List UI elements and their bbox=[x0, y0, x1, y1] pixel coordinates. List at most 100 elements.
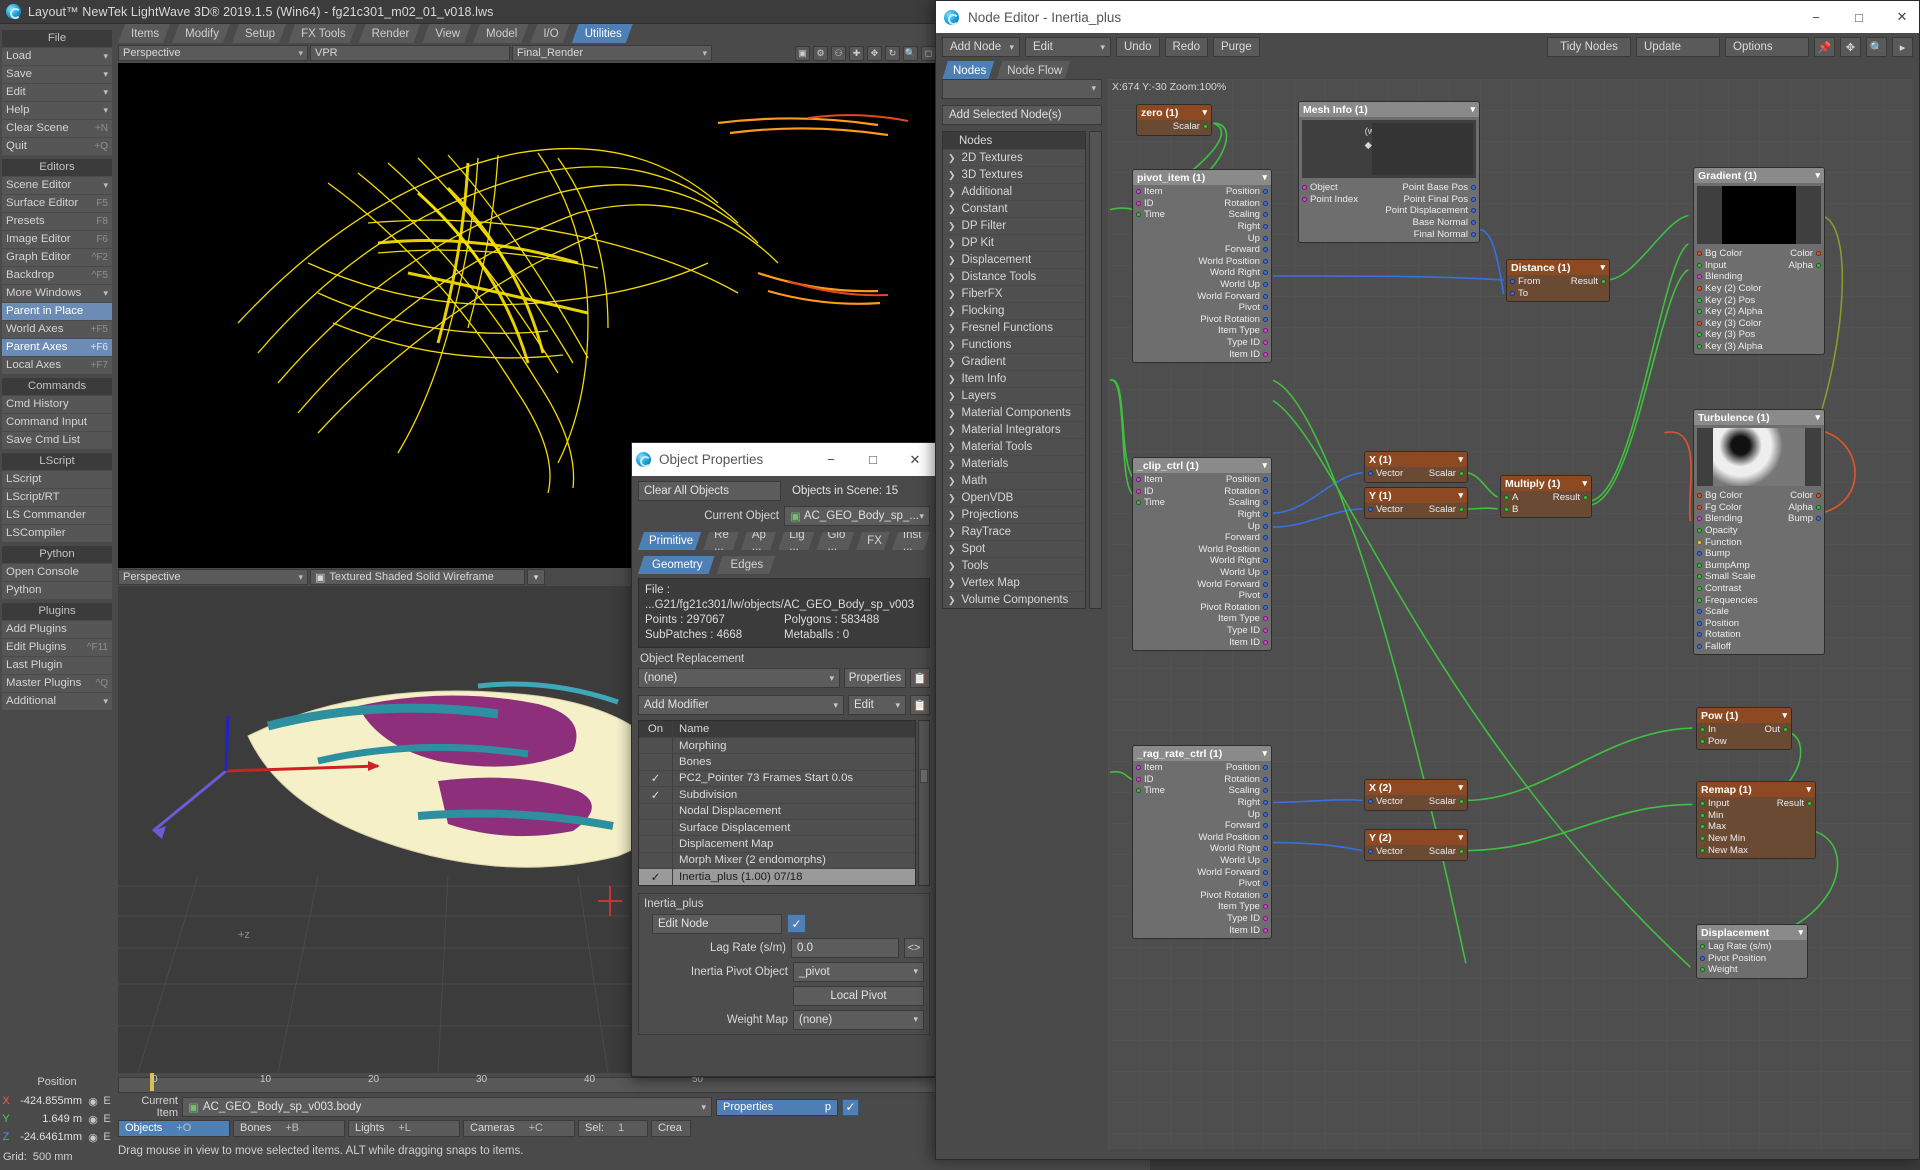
port-dot-input[interactable] bbox=[1697, 597, 1702, 603]
maximize-icon[interactable]: □ bbox=[1842, 2, 1876, 33]
position-row-y[interactable]: Y 1.649 m ◉ E bbox=[0, 1110, 114, 1128]
weight-map-select[interactable]: (none) ▾ bbox=[793, 1009, 924, 1030]
clipboard-icon[interactable]: 📋 bbox=[910, 668, 930, 688]
sidebar-item-save[interactable]: Save ▾ bbox=[2, 66, 112, 83]
sidebar-item-world-axes[interactable]: World Axes +F5 bbox=[2, 321, 112, 338]
modifier-enabled-checkbox[interactable] bbox=[639, 819, 673, 836]
node-category-dp-filter[interactable]: ❯ DP Filter bbox=[943, 217, 1085, 234]
port-dot-output[interactable] bbox=[1263, 293, 1268, 299]
port-dot-output[interactable] bbox=[1263, 340, 1268, 346]
position-row-x[interactable]: X -424.855mm ◉ E bbox=[0, 1092, 114, 1110]
maximize-icon[interactable]: □ bbox=[856, 444, 890, 475]
mode-button-lights[interactable]: Lights +L bbox=[348, 1119, 460, 1137]
gear-icon[interactable]: ⚙ bbox=[813, 45, 828, 61]
node-editor-window[interactable]: Node Editor - Inertia_plus − □ ✕ Add Nod… bbox=[935, 0, 1920, 1160]
axis-value-y[interactable]: 1.649 m bbox=[12, 1113, 86, 1125]
chevron-down-icon[interactable]: ▾ bbox=[1202, 107, 1207, 118]
chevron-down-icon[interactable]: ▾ bbox=[1806, 784, 1811, 795]
sidebar-item-help[interactable]: Help ▾ bbox=[2, 102, 112, 119]
node-header[interactable]: Displacement ▾ bbox=[1697, 925, 1807, 940]
node-category-displacement[interactable]: ❯ Displacement bbox=[943, 251, 1085, 268]
objprops-tab-primitive[interactable]: Primitive bbox=[638, 532, 701, 550]
modifier-enabled-checkbox[interactable] bbox=[639, 852, 673, 869]
minimize-icon[interactable]: − bbox=[814, 444, 848, 475]
port-dot-output[interactable] bbox=[1263, 916, 1268, 922]
node-header[interactable]: Remap (1) ▾ bbox=[1697, 782, 1815, 797]
node-editor-toolbar[interactable]: Add Node ▾ Edit ▾ Undo Redo Purge Tidy N… bbox=[936, 33, 1919, 61]
modifier-enabled-checkbox[interactable] bbox=[639, 803, 673, 819]
port-dot-output[interactable] bbox=[1263, 776, 1268, 782]
move-icon[interactable]: ✥ bbox=[1840, 37, 1861, 57]
chevron-down-icon[interactable]: ▾ bbox=[1582, 478, 1587, 489]
sidebar-item-presets[interactable]: Presets F8 bbox=[2, 213, 112, 230]
node-header[interactable]: Y (2) ▾ bbox=[1365, 830, 1467, 845]
layout-tab-i-o[interactable]: I/O bbox=[530, 24, 569, 43]
port-dot-output[interactable] bbox=[1263, 628, 1268, 634]
node-category-volume-components[interactable]: ❯ Volume Components bbox=[943, 591, 1085, 608]
camera-icon[interactable]: ▣ bbox=[795, 45, 810, 61]
objprops-tab-lig-[interactable]: Lig ... bbox=[778, 532, 814, 550]
sidebar-item-lscript-rt[interactable]: LScript/RT bbox=[2, 489, 112, 506]
modifier-row[interactable]: ✓ Inertia_plus (1.00) 07/18 bbox=[639, 868, 915, 885]
sidebar-item-add-plugins[interactable]: Add Plugins bbox=[2, 621, 112, 638]
layout-tab-fx-tools[interactable]: FX Tools bbox=[288, 24, 357, 43]
node-category-gradient[interactable]: ❯ Gradient bbox=[943, 353, 1085, 370]
node-header[interactable]: Distance (1) ▾ bbox=[1507, 260, 1609, 275]
node-category-materials[interactable]: ❯ Materials bbox=[943, 455, 1085, 472]
port-dot-output[interactable] bbox=[1263, 927, 1268, 933]
port-dot-output[interactable] bbox=[1263, 488, 1268, 494]
node-category-2d-textures[interactable]: ❯ 2D Textures bbox=[943, 149, 1085, 166]
node-header[interactable]: Pow (1) ▾ bbox=[1697, 708, 1791, 723]
modifier-row[interactable]: Surface Displacement bbox=[639, 818, 915, 836]
node-category-list[interactable]: Nodes ❯ 2D Textures ❯ 3D Textures ❯ Additional… bbox=[942, 131, 1086, 609]
edit-menu-button[interactable]: Edit ▾ bbox=[1025, 37, 1111, 57]
port-dot-input[interactable] bbox=[1697, 320, 1702, 326]
update-button[interactable]: Update bbox=[1636, 37, 1720, 57]
node-x-1-[interactable]: X (1) ▾ Vector Scalar bbox=[1364, 451, 1468, 483]
viewport-top-view-select[interactable]: Perspective ▾ bbox=[118, 45, 308, 61]
current-item-select[interactable]: ▣ AC_GEO_Body_sp_v003.body ▾ bbox=[182, 1097, 712, 1117]
node-editor-tabs[interactable]: Nodes Node Flow bbox=[942, 61, 1070, 80]
node-category-projections[interactable]: ❯ Projections bbox=[943, 506, 1085, 523]
objprops-tab-re-[interactable]: Re ... bbox=[703, 532, 739, 550]
modifier-enabled-checkbox[interactable]: ✓ bbox=[639, 869, 673, 885]
chevron-down-icon[interactable]: ▾ bbox=[1470, 104, 1475, 115]
scrollbar-thumb[interactable] bbox=[920, 769, 928, 783]
pin-icon[interactable]: 📌 bbox=[1814, 37, 1835, 57]
sidebar-item-surface-editor[interactable]: Surface Editor F5 bbox=[2, 195, 112, 212]
sidebar-item-local-axes[interactable]: Local Axes +F7 bbox=[2, 357, 112, 374]
chevron-down-icon[interactable]: ▾ bbox=[1815, 170, 1820, 181]
envelope-icon[interactable]: <> bbox=[904, 937, 924, 958]
object-properties-subtabs[interactable]: Geometry Edges bbox=[638, 556, 930, 574]
center-icon[interactable]: ✚ bbox=[849, 45, 864, 61]
layout-tab-view[interactable]: View bbox=[422, 24, 471, 43]
viewport-top-mode-select[interactable]: VPR bbox=[310, 45, 510, 61]
layout-tab-modify[interactable]: Modify bbox=[172, 24, 230, 43]
sidebar-item-lscompiler[interactable]: LSCompiler bbox=[2, 525, 112, 542]
objprops-tab-fx[interactable]: FX bbox=[856, 532, 890, 550]
port-dot-output[interactable] bbox=[1263, 316, 1268, 322]
node-x-2-[interactable]: X (2) ▾ Vector Scalar bbox=[1364, 779, 1468, 811]
layout-command-sidebar[interactable]: File Load ▾ Save ▾ Edit ▾ Help ▾ Clear Scene +N Qui… bbox=[0, 24, 114, 1170]
chevron-down-icon[interactable]: ▾ bbox=[1458, 490, 1463, 501]
port-dot-output[interactable] bbox=[1263, 200, 1268, 206]
modifier-row[interactable]: ✓ Subdivision bbox=[639, 786, 915, 803]
axis-value-x[interactable]: -424.855mm bbox=[12, 1095, 86, 1107]
port-dot-output[interactable] bbox=[1263, 258, 1268, 264]
node-list-scrollbar[interactable] bbox=[1089, 131, 1102, 609]
modifier-row[interactable]: Morphing bbox=[639, 737, 915, 754]
port-dot-output[interactable] bbox=[1263, 604, 1268, 610]
sidebar-item-backdrop[interactable]: Backdrop ^F5 bbox=[2, 267, 112, 284]
sidebar-item-open-console[interactable]: Open Console bbox=[2, 564, 112, 581]
node-remap-1-[interactable]: Remap (1) ▾ Input Result Min Max New Min New Ma… bbox=[1696, 781, 1816, 859]
port-dot-input[interactable] bbox=[1700, 955, 1705, 961]
port-dot-output[interactable] bbox=[1263, 639, 1268, 645]
modifier-enabled-checkbox[interactable] bbox=[639, 738, 673, 754]
zoom-icon[interactable]: 🔍 bbox=[1866, 37, 1887, 57]
sidebar-item-last-plugin[interactable]: Last Plugin bbox=[2, 657, 112, 674]
node-search-input[interactable]: ▾ bbox=[942, 79, 1102, 99]
node-category-openvdb[interactable]: ❯ OpenVDB bbox=[943, 489, 1085, 506]
undo-button[interactable]: Undo bbox=[1116, 37, 1160, 57]
node-category-fiberfx[interactable]: ❯ FiberFX bbox=[943, 285, 1085, 302]
close-icon[interactable]: ✕ bbox=[1885, 2, 1919, 33]
